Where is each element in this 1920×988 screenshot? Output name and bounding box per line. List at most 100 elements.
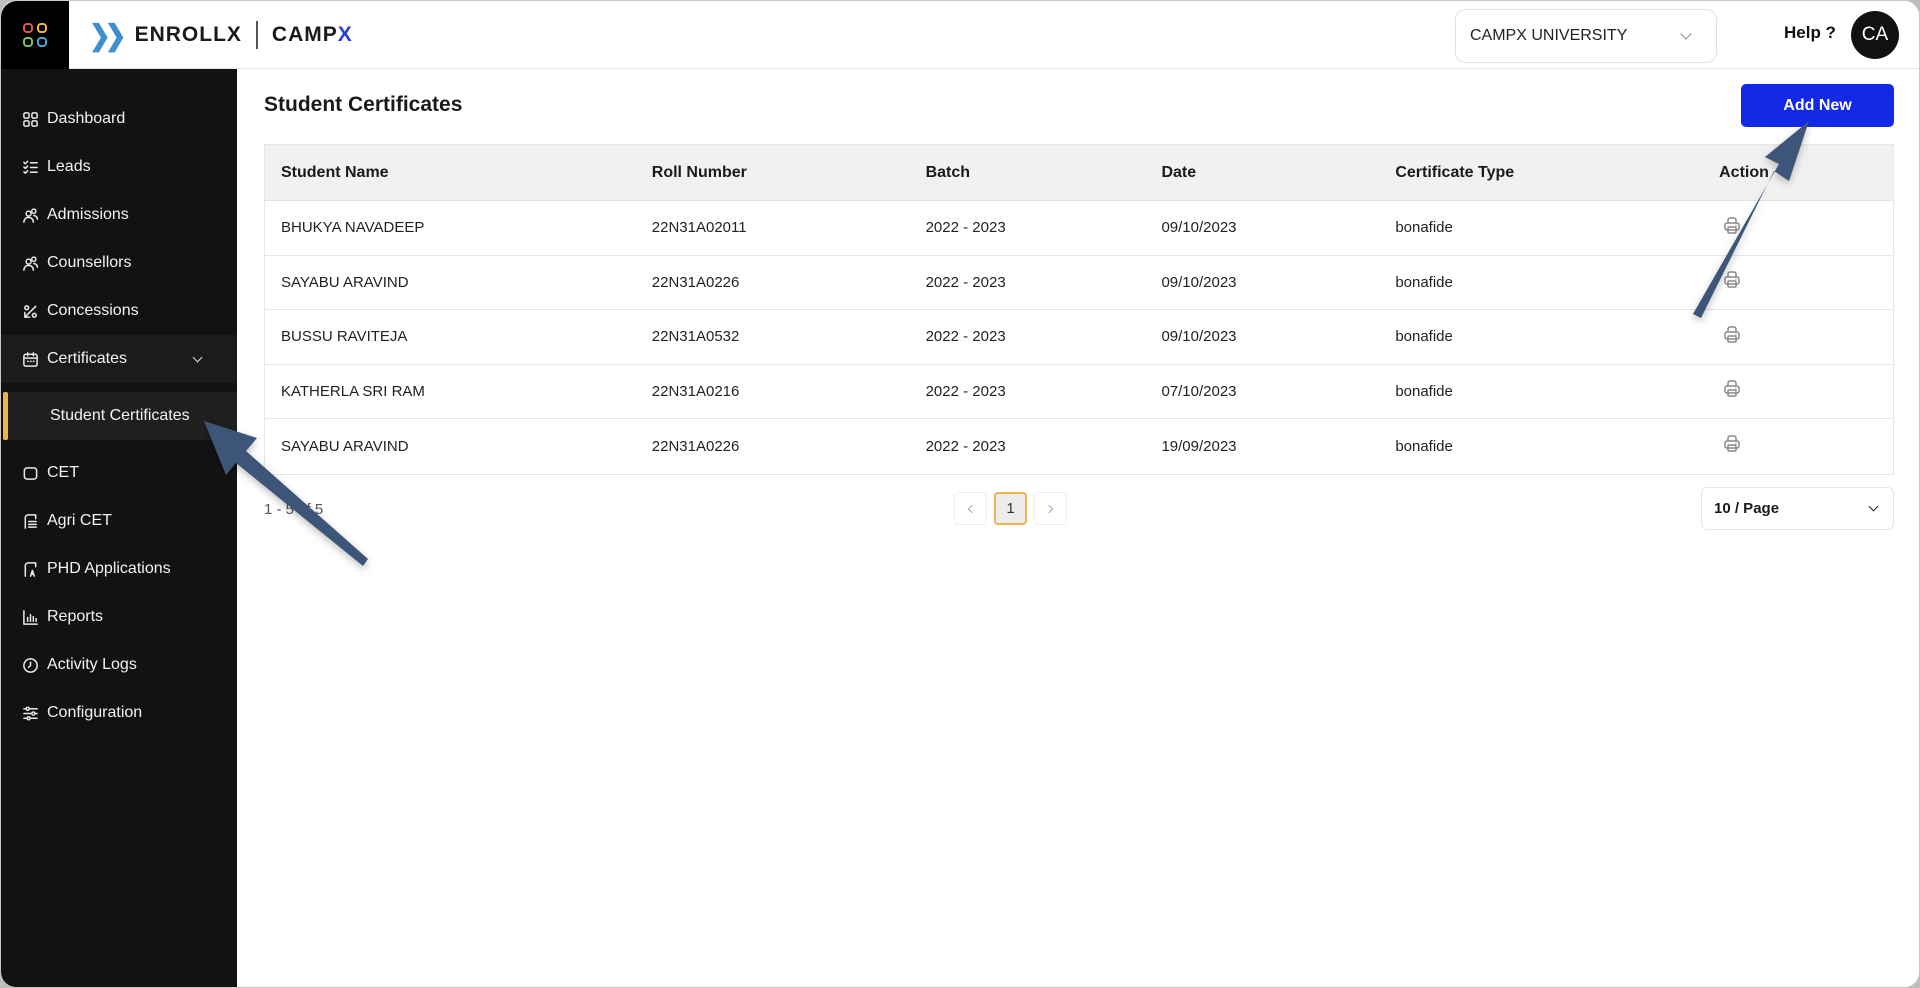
column-header-date[interactable]: Date [1145,164,1379,182]
cell-certificate-type: bonafide [1395,219,1453,237]
users-icon [21,206,39,224]
pagination: 1 [954,492,1067,525]
sidebar-item-label: Configuration [47,704,143,721]
sidebar-item-leads[interactable]: Leads [1,143,237,191]
clock-icon [21,656,39,674]
sidebar-item-certificates[interactable]: Certificates [1,335,237,383]
active-indicator [3,392,8,440]
chevron-left-icon [967,504,977,513]
cell-date: 09/10/2023 [1161,219,1237,237]
add-new-button[interactable]: Add New [1741,84,1894,127]
sidebar-item-configuration[interactable]: Configuration [1,689,237,737]
brand-campx-accent: X [337,23,353,46]
sidebar-item-label: Concessions [47,302,139,319]
table-row: SAYABU ARAVIND 22N31A0226 2022 - 2023 09… [265,256,1893,310]
logo-divider [255,21,258,49]
cell-student-name: BUSSU RAVITEJA [281,328,408,346]
cell-certificate-type: bonafide [1395,328,1453,346]
sidebar-item-label: Student Certificates [50,407,190,424]
chevron-right-icon [1044,504,1054,513]
sidebar: Dashboard Leads Admissions Counsellors C… [1,69,237,987]
app-window: ❯❯ ENROLLX CAMPX CAMPX UNIVERSITY Help ?… [0,0,1920,988]
logo[interactable]: ❯❯ ENROLLX CAMPX [89,18,353,51]
brand-campx-main: CAMP [271,23,338,46]
brand-enrollx: ENROLLX [134,23,242,46]
sidebar-item-label: PHD Applications [47,560,171,577]
page-button-current[interactable]: 1 [994,492,1027,525]
sliders-icon [21,704,39,722]
percent-icon [21,302,39,320]
cell-student-name: BHUKYA NAVADEEP [281,219,425,237]
sidebar-item-activity-logs[interactable]: Activity Logs [1,641,237,689]
page-title: Student Certificates [264,93,463,116]
cell-roll-number: 22N31A02011 [651,219,747,237]
cell-roll-number: 22N31A0226 [651,437,740,455]
column-header-roll-number[interactable]: Roll Number [636,164,910,182]
document-icon [21,512,39,530]
checklist-icon [21,158,39,176]
main-content: Student Certificates Add New Student Nam… [237,69,1919,987]
chevron-down-icon [1680,28,1692,40]
print-icon[interactable] [1722,216,1742,236]
cell-batch: 2022 - 2023 [925,219,1006,237]
sidebar-item-dashboard[interactable]: Dashboard [1,95,237,143]
sidebar-item-label: Agri CET [47,512,112,529]
chevron-down-icon [192,352,203,362]
dashboard-grid-icon [21,110,39,128]
cell-action [1703,434,1893,458]
brand-campx: CAMPX [272,23,353,47]
sidebar-item-label: Leads [47,158,91,175]
sidebar-item-reports[interactable]: Reports [1,593,237,641]
institution-select[interactable]: CAMPX UNIVERSITY [1455,9,1717,63]
cell-roll-number: 22N31A0226 [651,273,740,291]
sidebar-item-label: Activity Logs [47,656,137,673]
cell-action [1703,325,1893,349]
sidebar-item-student-certificates[interactable]: Student Certificates [3,392,237,440]
column-header-action: Action [1719,163,1769,181]
users-icon [21,254,39,272]
bar-chart-icon [21,608,39,626]
cell-batch: 2022 - 2023 [925,273,1006,291]
sidebar-item-phd-applications[interactable]: PHD Applications [1,545,237,593]
sidebar-item-admissions[interactable]: Admissions [1,191,237,239]
help-link[interactable]: Help ? [1784,23,1836,43]
column-header-certificate-type[interactable]: Certificate Type [1379,164,1703,182]
previous-page-button[interactable] [954,492,987,525]
square-icon [21,464,39,482]
sidebar-item-cet[interactable]: CET [1,449,237,497]
sidebar-item-concessions[interactable]: Concessions [1,287,237,335]
sidebar-item-counsellors[interactable]: Counsellors [1,239,237,287]
print-icon[interactable] [1722,434,1742,454]
certificates-table: Student Name Roll Number Batch Date Cert… [264,144,1894,475]
print-icon[interactable] [1722,325,1742,345]
cell-certificate-type: bonafide [1395,273,1453,291]
sidebar-item-label: Certificates [47,350,128,367]
print-icon[interactable] [1722,379,1742,399]
sidebar-item-label: Reports [47,608,104,625]
page-size-value: 10 / Page [1714,500,1780,517]
user-avatar[interactable]: CA [1851,11,1899,59]
print-icon[interactable] [1722,270,1742,290]
column-header-batch[interactable]: Batch [910,164,1146,182]
cell-date: 19/09/2023 [1161,437,1237,455]
document-a-icon [21,560,39,578]
cell-student-name: KATHERLA SRI RAM [281,382,425,400]
next-page-button[interactable] [1034,492,1067,525]
table-row: SAYABU ARAVIND 22N31A0226 2022 - 2023 19… [265,419,1893,474]
cell-batch: 2022 - 2023 [925,382,1006,400]
table-row: BUSSU RAVITEJA 22N31A0532 2022 - 2023 09… [265,310,1893,365]
cell-batch: 2022 - 2023 [925,437,1006,455]
chevron-down-icon [1868,501,1879,512]
cell-student-name: SAYABU ARAVIND [281,273,409,291]
sidebar-item-label: CET [47,464,79,481]
table-row: KATHERLA SRI RAM 22N31A0216 2022 - 2023 … [265,365,1893,419]
sidebar-item-agri-cet[interactable]: Agri CET [1,497,237,545]
cell-batch: 2022 - 2023 [925,328,1006,346]
cell-date: 09/10/2023 [1161,328,1237,346]
column-header-student-name[interactable]: Student Name [265,164,636,182]
app-switcher-button[interactable] [1,1,69,69]
cell-roll-number: 22N31A0532 [651,328,740,346]
page-size-select[interactable]: 10 / Page [1701,487,1894,530]
calendar-icon [21,350,39,368]
cell-action [1703,270,1893,294]
